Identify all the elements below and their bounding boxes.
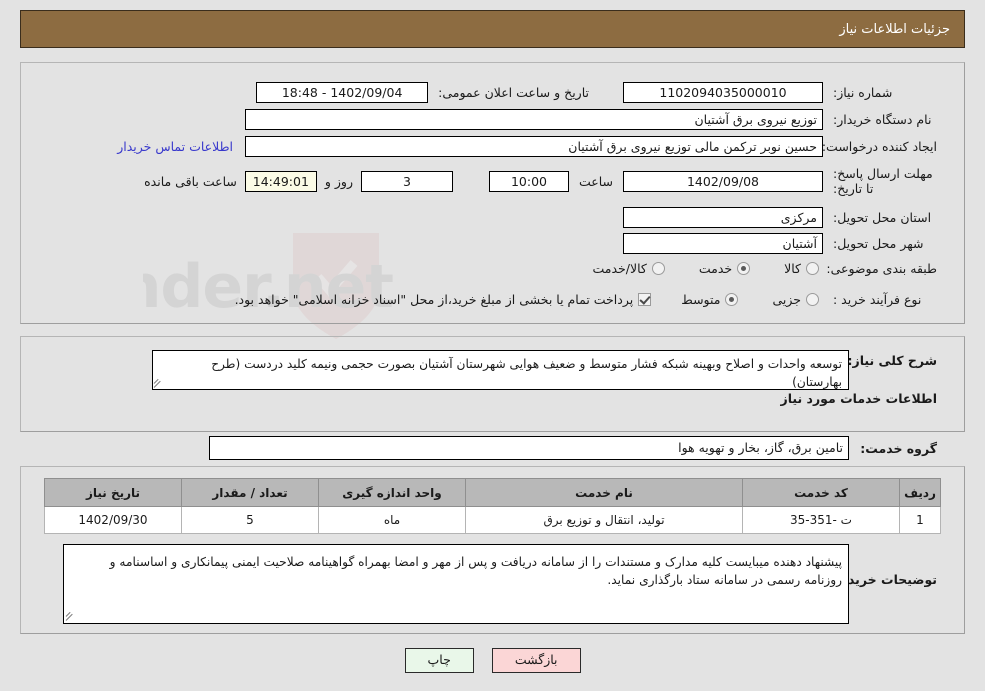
announce-datetime-label: تاریخ و ساعت اعلان عمومی: [438, 85, 589, 100]
services-section-heading: اطلاعات خدمات مورد نیاز [780, 391, 938, 406]
subject-category-radio-group: کالا خدمت کالا/خدمت [592, 261, 819, 276]
delivery-city-label: شهر محل تحویل: [833, 236, 924, 251]
checkbox-icon [638, 293, 652, 306]
cell-name: تولید، انتقال و توزیع برق [465, 506, 743, 534]
th-name: نام خدمت [465, 478, 743, 507]
buyer-notes-row: توضیحات خریدار: پیشنهاد دهنده میبایست کل… [63, 544, 937, 624]
delivery-province-value: مرکزی [623, 207, 823, 228]
cell-quantity: 5 [181, 506, 319, 534]
th-quantity: تعداد / مقدار [181, 478, 319, 507]
general-description-textarea[interactable]: توسعه واحدات و اصلاح وبهینه شبکه فشار مت… [152, 350, 849, 390]
th-unit: واحد اندازه گیری [318, 478, 466, 507]
treasury-note-text: پرداخت تمام یا بخشی از مبلغ خرید،از محل … [234, 292, 634, 307]
radio-subject-khedmat[interactable]: خدمت [698, 261, 751, 276]
deadline-label: مهلت ارسال پاسخ: تا تاریخ: [833, 166, 933, 196]
radio-label-kala: کالا [784, 261, 801, 276]
purchase-process-radio-group: جزیی متوسط [681, 292, 819, 307]
purchase-process-label: نوع فرآیند خرید : [833, 292, 922, 307]
deadline-time-value: 10:00 [488, 170, 569, 192]
radio-label-khedmat: خدمت [698, 261, 733, 276]
footer-button-bar: بازگشت چاپ [0, 648, 985, 673]
buyer-contact-link[interactable]: اطلاعات تماس خریدار [117, 139, 233, 154]
table-header-row: ردیف کد خدمت نام خدمت واحد اندازه گیری ت… [44, 478, 941, 507]
buyer-org-label: نام دستگاه خریدار: [833, 112, 932, 127]
treasury-note-checkbox-wrap[interactable]: پرداخت تمام یا بخشی از مبلغ خرید،از محل … [235, 292, 652, 307]
radio-label-jozii: جزیی [772, 292, 801, 307]
th-need-date: تاریخ نیاز [44, 478, 182, 507]
radio-process-jozii[interactable]: جزیی [772, 292, 819, 307]
request-creator-value: حسین نوبر ترکمن مالی توزیع نیروی برق آشت… [245, 136, 823, 157]
days-remaining-label: روز و [324, 173, 353, 189]
deadline-time-label: ساعت [578, 173, 613, 189]
subject-category-row: طبقه بندی موضوعی: کالا خدمت کالا/خدمت [592, 261, 937, 276]
radio-subject-kala-khedmat[interactable]: کالا/خدمت [592, 261, 665, 276]
announce-datetime-value: 1402/09/04 - 18:48 [256, 82, 429, 103]
cell-code: ت -351-35 [742, 506, 900, 534]
radio-dot-selected-icon [725, 293, 739, 306]
deadline-date-value: 1402/09/08 [623, 170, 823, 192]
buyer-notes-textarea[interactable]: پیشنهاد دهنده میبایست کلیه مدارک و مستند… [63, 544, 849, 624]
countdown-label: ساعت باقی مانده [144, 173, 237, 189]
th-row: ردیف [899, 478, 941, 507]
radio-label-motavasset: متوسط [681, 292, 721, 307]
radio-process-motavasset[interactable]: متوسط [681, 292, 739, 307]
buyer-org-value: توزیع نیروی برق آشتیان [245, 109, 823, 130]
radio-subject-kala[interactable]: کالا [784, 261, 819, 276]
buyer-org-row: نام دستگاه خریدار: توزیع نیروی برق آشتیا… [245, 109, 937, 130]
service-group-row: گروه خدمت: تامین برق، گاز، بخار و تهویه … [209, 436, 937, 460]
days-remaining-value: 3 [360, 170, 453, 192]
need-number-label: شماره نیاز: [833, 85, 893, 100]
general-description-label: شرح کلی نیاز: [847, 353, 937, 368]
countdown-value: 14:49:01 [244, 170, 317, 192]
radio-label-kala-khedmat: کالا/خدمت [592, 261, 647, 276]
need-number-row: شماره نیاز: 1102094035000010 تاریخ و ساع… [256, 82, 937, 103]
delivery-province-label: استان محل تحویل: [833, 210, 932, 225]
page-title: جزئیات اطلاعات نیاز [839, 21, 950, 37]
need-number-value: 1102094035000010 [623, 82, 823, 103]
page-header-bar: جزئیات اطلاعات نیاز [20, 10, 965, 48]
radio-dot-icon [806, 293, 819, 306]
back-button[interactable]: بازگشت [491, 648, 581, 673]
services-table-wrapper: ردیف کد خدمت نام خدمت واحد اندازه گیری ت… [44, 478, 941, 534]
purchase-process-row: نوع فرآیند خرید : جزیی متوسط پرداخت تمام… [235, 292, 937, 307]
table-row: 1 ت -351-35 تولید، انتقال و توزیع برق ما… [44, 506, 941, 534]
th-code: کد خدمت [742, 478, 900, 507]
radio-dot-icon [806, 262, 819, 275]
delivery-city-value: آشتیان [623, 233, 823, 254]
buyer-notes-label: توضیحات خریدار: [831, 572, 937, 587]
general-description-row: شرح کلی نیاز: توسعه واحدات و اصلاح وبهین… [152, 350, 937, 390]
service-group-value: تامین برق، گاز، بخار و تهویه هوا [209, 436, 849, 460]
print-button[interactable]: چاپ [404, 648, 474, 673]
delivery-city-row: شهر محل تحویل: آشتیان [623, 233, 937, 254]
cell-unit: ماه [318, 506, 466, 534]
radio-dot-selected-icon [737, 262, 751, 275]
delivery-province-row: استان محل تحویل: مرکزی [623, 207, 937, 228]
request-creator-label: ایجاد کننده درخواست: [821, 139, 937, 154]
cell-row: 1 [899, 506, 941, 534]
subject-category-label: طبقه بندی موضوعی: [826, 261, 937, 276]
service-group-label: گروه خدمت: [860, 440, 937, 456]
cell-need-date: 1402/09/30 [44, 506, 182, 534]
request-creator-row: ایجاد کننده درخواست: حسین نوبر ترکمن مال… [117, 136, 937, 157]
radio-dot-icon [651, 262, 665, 275]
services-table: ردیف کد خدمت نام خدمت واحد اندازه گیری ت… [44, 478, 941, 534]
deadline-row: مهلت ارسال پاسخ: تا تاریخ: 1402/09/08 سا… [144, 166, 937, 196]
